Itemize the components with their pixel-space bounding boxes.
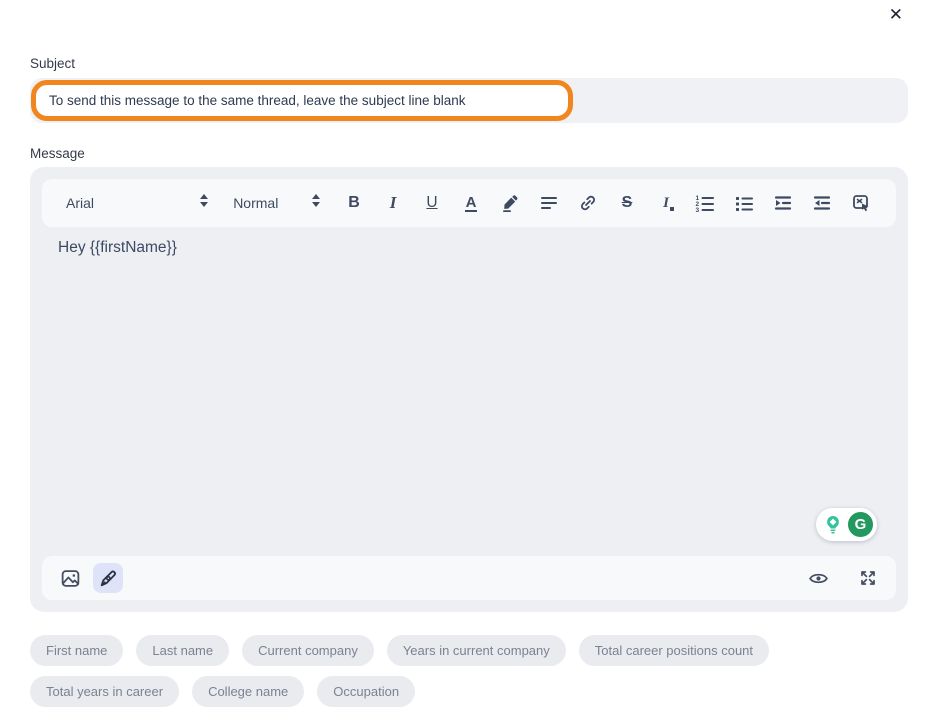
signature-pen-icon (98, 568, 119, 589)
image-icon (60, 568, 81, 589)
outdent-button[interactable] (811, 190, 833, 216)
svg-text:3: 3 (696, 207, 700, 213)
outdent-icon (812, 193, 832, 213)
grammarly-logo-button[interactable]: G (847, 511, 874, 538)
link-icon (578, 193, 598, 213)
message-label: Message (30, 146, 85, 161)
subject-placeholder: To send this message to the same thread,… (49, 93, 466, 108)
insert-image-button[interactable] (55, 563, 85, 593)
align-button[interactable] (538, 190, 560, 216)
chip-row: First name Last name Current company Yea… (30, 635, 910, 666)
editor-toolbar: Arial Normal B I U A (42, 179, 896, 227)
clear-formatting-icon: I (663, 195, 669, 212)
link-button[interactable] (577, 190, 599, 216)
italic-button[interactable]: I (382, 190, 404, 216)
close-icon[interactable]: ✕ (889, 4, 903, 26)
bullet-list-button[interactable] (733, 190, 755, 216)
text-color-icon: A (465, 195, 478, 212)
font-family-select[interactable]: Arial (66, 193, 209, 213)
ordered-list-icon: 1 2 3 (695, 193, 715, 213)
bold-button[interactable]: B (343, 190, 365, 216)
variable-chip-college-name[interactable]: College name (192, 676, 304, 707)
subject-label: Subject (30, 56, 75, 71)
message-body-text[interactable]: Hey {{firstName}} (58, 239, 177, 257)
font-family-value: Arial (66, 195, 94, 211)
text-style-value: Normal (233, 195, 278, 211)
grammarly-g-icon: G (855, 516, 867, 533)
text-style-select[interactable]: Normal (233, 193, 321, 213)
variable-chip-total-career-positions-count[interactable]: Total career positions count (579, 635, 769, 666)
underline-icon: U (426, 194, 437, 212)
fullscreen-button[interactable] (853, 563, 883, 593)
box-x-cursor-icon (851, 193, 871, 213)
variable-chip-occupation[interactable]: Occupation (317, 676, 415, 707)
variable-chip-total-years-in-career[interactable]: Total years in career (30, 676, 179, 707)
select-element-button[interactable] (850, 190, 872, 216)
highlighter-icon (500, 193, 520, 213)
lightbulb-icon (822, 514, 844, 536)
underline-button[interactable]: U (421, 190, 443, 216)
message-composer-modal: { "modal": { "close_glyph": "✕" }, "subj… (0, 0, 931, 718)
preview-button[interactable] (803, 563, 833, 593)
updown-arrows-icon (311, 193, 321, 213)
strikethrough-button[interactable]: S (616, 190, 638, 216)
format-buttons: B I U A (343, 190, 872, 216)
editor-bottom-bar (42, 556, 896, 600)
strikethrough-icon: S (622, 194, 633, 212)
updown-arrows-icon (199, 193, 209, 213)
annotation-highlight: To send this message to the same thread,… (31, 80, 573, 121)
variable-chip-last-name[interactable]: Last name (136, 635, 229, 666)
grammarly-widget: G (816, 508, 877, 541)
align-left-icon (539, 193, 559, 213)
bold-icon: B (348, 194, 360, 212)
clear-formatting-button[interactable]: I (655, 190, 677, 216)
message-editor: Arial Normal B I U A (30, 167, 908, 612)
bullet-list-icon (734, 193, 754, 213)
grammarly-suggestion-button[interactable] (819, 511, 846, 538)
variable-chips: First name Last name Current company Yea… (30, 635, 910, 717)
ordered-list-button[interactable]: 1 2 3 (694, 190, 716, 216)
subject-input[interactable]: To send this message to the same thread,… (30, 78, 908, 123)
indent-button[interactable] (772, 190, 794, 216)
expand-icon (858, 568, 878, 588)
text-color-button[interactable]: A (460, 190, 482, 216)
variable-chip-current-company[interactable]: Current company (242, 635, 374, 666)
variable-chip-years-in-current-company[interactable]: Years in current company (387, 635, 566, 666)
signature-button[interactable] (93, 563, 123, 593)
eye-icon (808, 568, 829, 589)
chip-row: Total years in career College name Occup… (30, 676, 910, 707)
highlighter-button[interactable] (499, 190, 521, 216)
indent-icon (773, 193, 793, 213)
italic-icon: I (390, 193, 397, 213)
bottom-bar-right (803, 563, 883, 593)
variable-chip-first-name[interactable]: First name (30, 635, 123, 666)
